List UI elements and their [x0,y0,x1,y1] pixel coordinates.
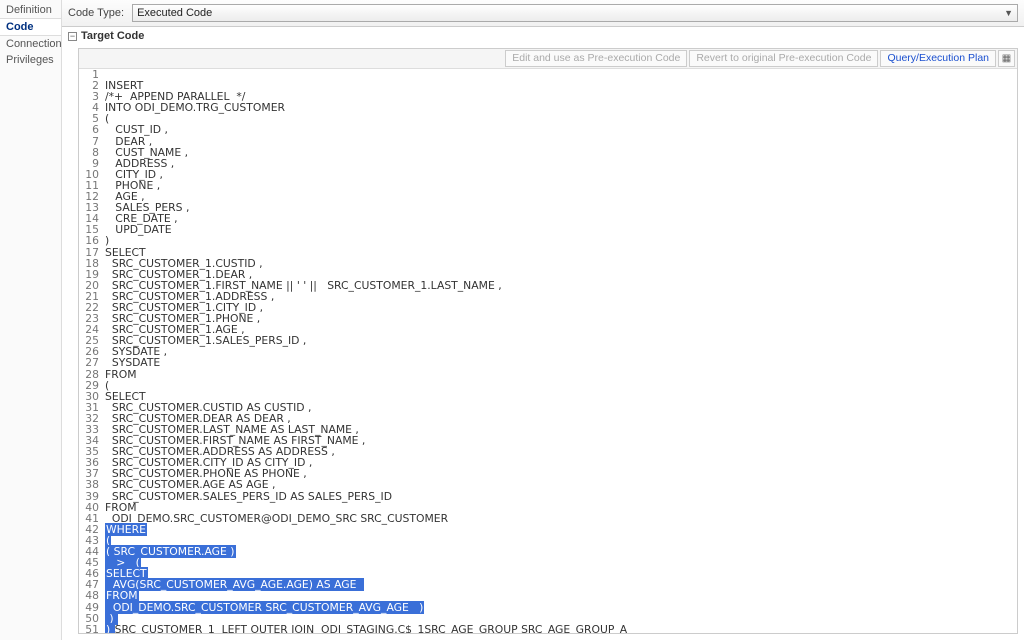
sidebar-item-label: Privileges [6,54,54,66]
code-type-row: Code Type: Executed Code ▼ [62,0,1024,27]
query-plan-button[interactable]: Query/Execution Plan [880,50,996,67]
revert-preexec-button[interactable]: Revert to original Pre-execution Code [689,50,878,67]
sidebar-item-label: Definition [6,4,52,16]
code-type-select[interactable]: Executed Code ▼ [132,4,1018,22]
code-panel: Edit and use as Pre-execution Code Rever… [78,48,1018,634]
code-content[interactable]: INSERT/*+ APPEND PARALLEL */INTO ODI_DEM… [105,69,1017,633]
chevron-down-icon: ▼ [1004,8,1013,18]
sidebar-item-label: Connection [6,38,62,50]
code-editor[interactable]: 1234567891011121314151617181920212223242… [79,69,1017,633]
sidebar-item-code[interactable]: Code [0,18,61,36]
sidebar-item-privileges[interactable]: Privileges [0,52,61,68]
main-panel: Code Type: Executed Code ▼ − Target Code… [62,0,1024,640]
code-type-value: Executed Code [137,7,212,19]
code-toolbar: Edit and use as Pre-execution Code Rever… [79,49,1017,69]
collapse-icon[interactable]: − [68,32,77,41]
edit-preexec-button[interactable]: Edit and use as Pre-execution Code [505,50,687,67]
line-gutter: 1234567891011121314151617181920212223242… [79,69,105,633]
options-icon[interactable]: ▦ [998,50,1015,67]
section-header: − Target Code [62,27,1024,45]
sidebar: Definition Code Connection Privileges [0,0,62,640]
sidebar-item-definition[interactable]: Definition [0,2,61,18]
sidebar-item-label: Code [6,21,34,33]
code-type-label: Code Type: [68,7,124,19]
sidebar-item-connection[interactable]: Connection [0,36,61,52]
section-title: Target Code [81,30,144,42]
